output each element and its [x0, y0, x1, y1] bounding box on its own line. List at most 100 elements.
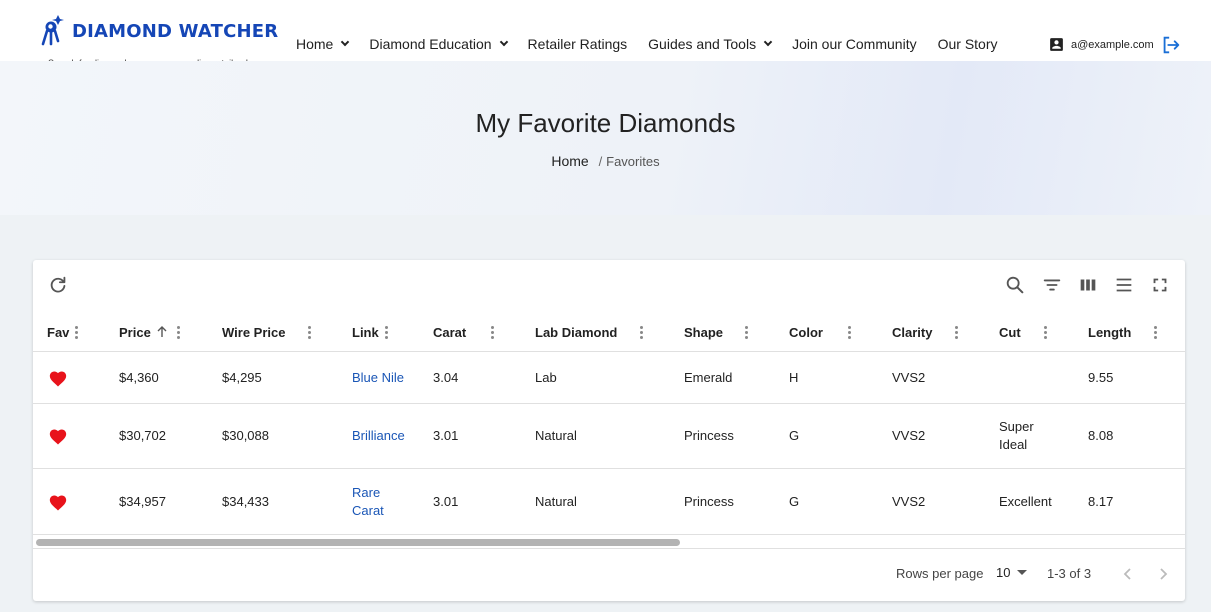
- carat-cell: 3.01: [433, 493, 459, 509]
- column-menu-icon[interactable]: [385, 326, 389, 340]
- heart-icon[interactable]: [48, 369, 68, 387]
- column-header-link[interactable]: Link: [352, 312, 379, 352]
- rows-per-page-value: 10: [996, 565, 1011, 580]
- nav-item-diamond-education[interactable]: Diamond Education: [369, 36, 508, 52]
- price-cell: $30,702: [119, 428, 166, 443]
- heart-icon[interactable]: [48, 493, 68, 511]
- nav-item-label: Home: [296, 36, 334, 52]
- column-header-lab-diamond[interactable]: Lab Diamond: [535, 312, 617, 352]
- column-menu-icon[interactable]: [745, 326, 749, 340]
- lab-diamond-cell: Natural: [535, 493, 577, 509]
- column-menu-icon[interactable]: [75, 326, 79, 340]
- price-cell: $34,957: [119, 493, 166, 509]
- pagination-bar: Rows per page 10 1-3 of 3: [33, 550, 1185, 600]
- column-header-label: Price: [119, 324, 151, 340]
- column-header-label: Carat: [433, 324, 467, 340]
- page-hero: My Favorite Diamonds Home / Favorites: [0, 61, 1211, 215]
- column-menu-icon[interactable]: [1044, 326, 1048, 340]
- wire-price-cell: $34,433: [222, 493, 269, 509]
- nav-item-label: Retailer Ratings: [527, 36, 628, 52]
- nav-item-join-community[interactable]: Join our Community: [792, 36, 917, 52]
- table-row: $34,957 $34,433 Rare Carat 3.01 Natural …: [33, 469, 1185, 535]
- clarity-cell: VVS2: [892, 369, 926, 385]
- account-info[interactable]: a@example.com: [1048, 36, 1154, 53]
- column-header-fav[interactable]: Fav: [47, 312, 69, 352]
- retailer-link[interactable]: Blue Nile: [352, 352, 414, 403]
- wire-price-cell: $30,088: [222, 428, 269, 443]
- page-title: My Favorite Diamonds: [475, 108, 736, 138]
- nav-item-our-story[interactable]: Our Story: [938, 36, 998, 52]
- table-row: $4,360 $4,295 Blue Nile 3.04 Lab Emerald…: [33, 352, 1185, 404]
- column-header-label: Clarity: [892, 324, 933, 340]
- table-row: $30,702 $30,088 Brilliance 3.01 Natural …: [33, 404, 1185, 469]
- breadcrumb-home-link[interactable]: Home: [551, 153, 588, 169]
- column-menu-icon[interactable]: [1154, 326, 1158, 340]
- column-header-label: Fav: [47, 324, 70, 340]
- logout-icon[interactable]: [1160, 34, 1182, 56]
- column-menu-icon[interactable]: [177, 326, 181, 340]
- column-header-carat[interactable]: Carat: [433, 312, 466, 352]
- column-header-length[interactable]: Length: [1088, 312, 1131, 352]
- column-menu-icon[interactable]: [955, 326, 959, 340]
- column-menu-icon[interactable]: [308, 326, 312, 340]
- brand-logo[interactable]: DIAMOND WATCHER: [36, 14, 278, 48]
- chevron-down-icon: [341, 37, 350, 47]
- dropdown-arrow-icon: [1017, 570, 1028, 575]
- diamond-watcher-logo-icon: [41, 15, 64, 46]
- nav-item-label: Diamond Education: [369, 36, 492, 52]
- sort-ascending-icon: [157, 326, 167, 337]
- retailer-link[interactable]: Rare Carat: [352, 469, 392, 534]
- chevron-down-icon: [763, 37, 773, 47]
- color-cell: G: [789, 428, 800, 443]
- main-nav: Home Diamond Education Retailer Ratings …: [296, 36, 1019, 52]
- brand-name: DIAMOND WATCHER: [72, 20, 279, 42]
- column-header-label: Color: [789, 324, 823, 340]
- scrollbar-thumb[interactable]: [36, 539, 680, 546]
- clarity-cell: VVS2: [892, 493, 926, 509]
- account-box-icon: [1050, 38, 1063, 51]
- filter-icon[interactable]: [1041, 274, 1063, 296]
- previous-page-icon[interactable]: [1118, 564, 1138, 584]
- breadcrumb-current: Favorites: [606, 154, 660, 169]
- site-header: DIAMOND WATCHER Search for diamonds acro…: [0, 0, 1211, 68]
- length-cell: 8.17: [1088, 493, 1114, 509]
- wire-price-cell: $4,295: [222, 369, 262, 385]
- breadcrumb: Home / Favorites: [0, 153, 1211, 169]
- next-page-icon[interactable]: [1153, 564, 1173, 584]
- density-icon[interactable]: [1113, 274, 1135, 296]
- nav-item-label: Our Story: [937, 36, 998, 52]
- carat-cell: 3.04: [433, 369, 459, 385]
- column-menu-icon[interactable]: [640, 326, 644, 340]
- refresh-icon[interactable]: [47, 274, 69, 296]
- column-header-label: Wire Price: [222, 324, 286, 340]
- column-header-clarity[interactable]: Clarity: [892, 312, 932, 352]
- column-menu-icon[interactable]: [491, 326, 495, 340]
- nav-item-home[interactable]: Home: [296, 36, 350, 52]
- rows-per-page-select[interactable]: 10: [996, 565, 1028, 580]
- fullscreen-icon[interactable]: [1149, 274, 1171, 296]
- length-cell: 9.55: [1088, 369, 1114, 385]
- column-header-label: Lab Diamond: [535, 324, 618, 340]
- nav-item-label: Join our Community: [792, 36, 917, 52]
- horizontal-scrollbar[interactable]: [33, 535, 1185, 549]
- column-header-label: Link: [352, 324, 379, 340]
- column-header-cut[interactable]: Cut: [999, 312, 1021, 352]
- search-icon[interactable]: [1004, 274, 1026, 296]
- heart-icon[interactable]: [48, 427, 68, 445]
- lab-diamond-cell: Lab: [535, 369, 557, 385]
- column-header-wire-price[interactable]: Wire Price: [222, 312, 285, 352]
- color-cell: G: [789, 493, 800, 509]
- retailer-link[interactable]: Brilliance: [352, 404, 414, 468]
- favorites-table-card: Fav Price Wire Price Link Carat Lab Diam…: [33, 260, 1185, 601]
- length-cell: 8.08: [1088, 428, 1114, 443]
- columns-icon[interactable]: [1077, 274, 1099, 296]
- column-header-price[interactable]: Price: [119, 312, 167, 352]
- clarity-cell: VVS2: [892, 428, 926, 443]
- cut-cell: Excellent: [999, 493, 1052, 509]
- column-header-shape[interactable]: Shape: [684, 312, 723, 352]
- column-menu-icon[interactable]: [848, 326, 852, 340]
- column-header-color[interactable]: Color: [789, 312, 823, 352]
- nav-item-retailer-ratings[interactable]: Retailer Ratings: [528, 36, 628, 52]
- chevron-down-icon: [499, 37, 508, 47]
- nav-item-guides-and-tools[interactable]: Guides and Tools: [648, 36, 773, 52]
